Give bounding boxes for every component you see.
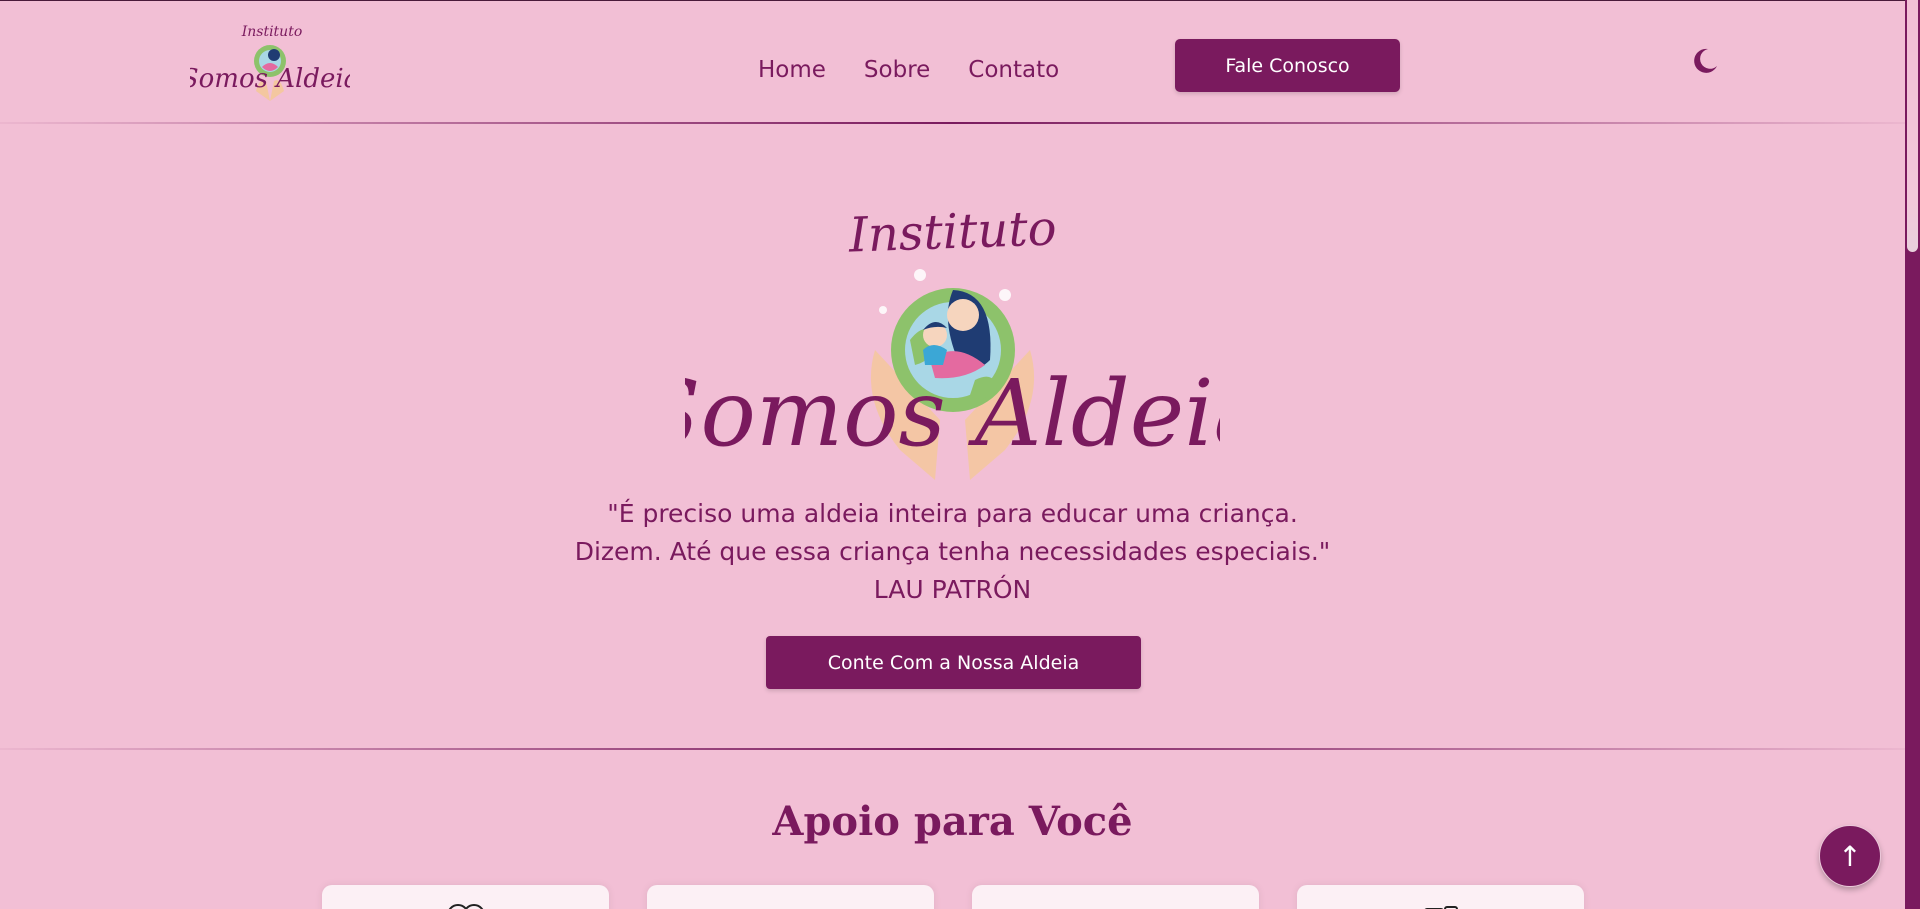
card-icon xyxy=(1424,906,1458,909)
logo-instituto-text: Instituto xyxy=(241,24,303,40)
fale-conosco-button[interactable]: Fale Conosco xyxy=(1175,39,1400,92)
support-section-title: Apoio para Você xyxy=(772,798,1133,845)
main-nav: Home Sobre Contato xyxy=(758,57,1059,83)
scrollbar-thumb[interactable] xyxy=(1907,0,1918,252)
card-icon xyxy=(1086,901,1146,909)
hero-divider xyxy=(0,748,1905,750)
moon-icon[interactable] xyxy=(1690,46,1720,76)
hero-logo-instituto-text: Instituto xyxy=(847,200,1057,263)
support-card[interactable] xyxy=(1297,885,1584,909)
nav-home[interactable]: Home xyxy=(758,57,826,83)
page-scrollbar[interactable] xyxy=(1905,0,1920,909)
page: Instituto Somos Aldeia Home Sobre Contat… xyxy=(0,0,1920,909)
hero-logo-somos-aldeia-text: Somos Aldeia xyxy=(685,360,1220,467)
support-card[interactable] xyxy=(972,885,1259,909)
site-header: Instituto Somos Aldeia Home Sobre Contat… xyxy=(0,0,1905,123)
site-logo[interactable]: Instituto Somos Aldeia xyxy=(190,21,350,105)
support-card[interactable] xyxy=(322,885,609,909)
scroll-to-top-button[interactable]: ↑ xyxy=(1819,825,1881,887)
quote-author: LAU PATRÓN xyxy=(873,575,1032,604)
quote-line-2: Dizem. Até que essa criança tenha necess… xyxy=(574,537,1331,566)
logo-somos-aldeia-text: Somos Aldeia xyxy=(190,64,350,94)
card-icon xyxy=(448,904,483,909)
conte-com-a-nossa-aldeia-button[interactable]: Conte Com a Nossa Aldeia xyxy=(766,636,1141,689)
support-card[interactable] xyxy=(647,885,934,909)
header-divider xyxy=(0,122,1905,124)
nav-sobre[interactable]: Sobre xyxy=(864,57,930,83)
hero-logo: Instituto Somos Aldeia xyxy=(685,200,1220,480)
nav-contato[interactable]: Contato xyxy=(968,57,1059,83)
quote-line-1: "É preciso uma aldeia inteira para educa… xyxy=(607,499,1298,528)
hero-quote: "É preciso uma aldeia inteira para educa… xyxy=(0,495,1905,609)
arrow-up-icon: ↑ xyxy=(1838,839,1862,873)
card-icon xyxy=(761,901,821,909)
